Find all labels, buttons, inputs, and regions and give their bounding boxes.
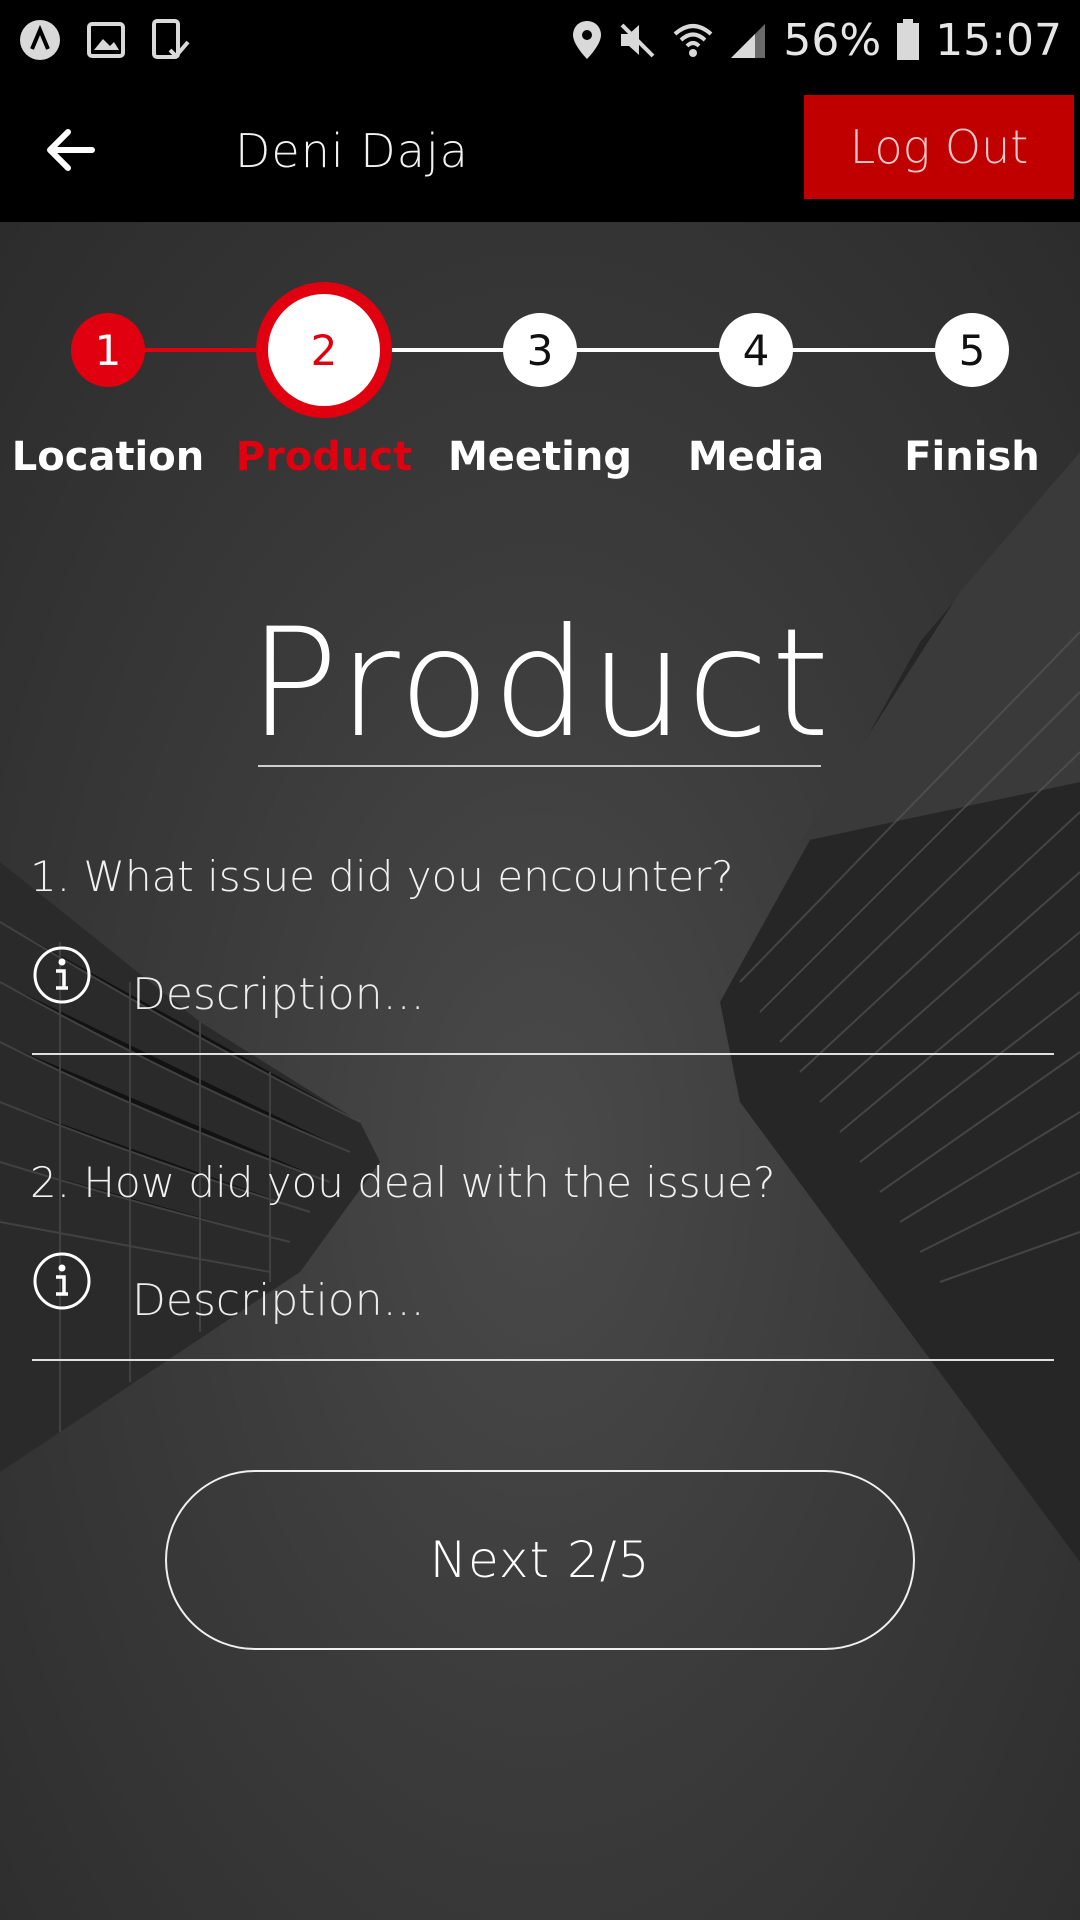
question-1-input[interactable] (132, 969, 1032, 1020)
battery-percentage: 56% (783, 14, 882, 66)
mute-icon (617, 20, 657, 60)
step-3-label: Meeting (447, 434, 632, 480)
step-5-label: Finish (904, 434, 1040, 480)
status-bar: 56% 15:07 (0, 0, 1080, 80)
info-icon (33, 946, 91, 1004)
step-1-label: Location (11, 434, 205, 480)
question-2-label: 2. How did you deal with the issue? (30, 1158, 776, 1207)
step-1-circle[interactable]: 1 (71, 313, 145, 387)
signal-icon (729, 20, 769, 60)
back-arrow-icon[interactable] (40, 120, 100, 180)
page-title: Product (248, 597, 832, 771)
step-4-circle[interactable]: 4 (719, 313, 793, 387)
step-3-circle[interactable]: 3 (503, 313, 577, 387)
clock: 15:07 (935, 14, 1062, 66)
app-screen: 56% 15:07 Deni Daja Log Out 1 2 3 4 5 Lo… (0, 0, 1080, 1920)
device-check-icon (150, 18, 190, 62)
step-5-circle[interactable]: 5 (935, 313, 1009, 387)
question-2-field[interactable] (32, 1251, 1054, 1361)
gallery-icon (86, 20, 126, 60)
step-2-label: Product (235, 434, 413, 480)
step-2-circle[interactable]: 2 (256, 282, 392, 418)
app-a-icon (18, 18, 62, 62)
title-divider (258, 765, 821, 767)
question-1-label: 1. What issue did you encounter? (30, 852, 734, 901)
logout-button[interactable]: Log Out (804, 95, 1074, 199)
question-2-input[interactable] (132, 1275, 1032, 1326)
step-4-label: Media (687, 434, 825, 480)
next-button[interactable]: Next 2/5 (165, 1470, 915, 1650)
info-icon (33, 1252, 91, 1310)
user-name: Deni Daja (235, 124, 469, 178)
app-bar: Deni Daja Log Out (0, 80, 1080, 222)
content-area: 1 2 3 4 5 Location Product Meeting Media… (0, 222, 1080, 1920)
battery-icon (895, 18, 921, 62)
wifi-icon (671, 20, 715, 60)
question-1-field[interactable] (32, 945, 1054, 1055)
location-icon (571, 19, 603, 61)
progress-stepper: 1 2 3 4 5 Location Product Meeting Media… (0, 252, 1080, 482)
